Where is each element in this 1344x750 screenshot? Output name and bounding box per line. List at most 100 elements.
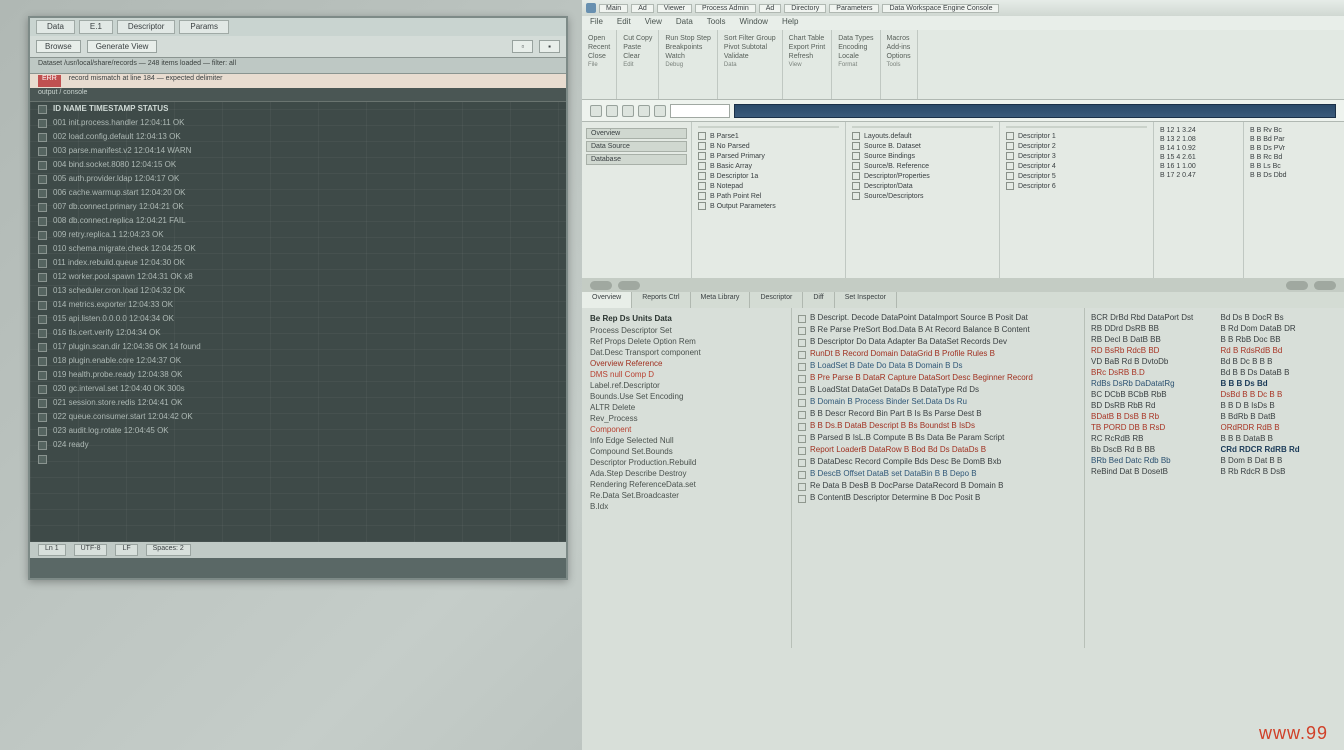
checkbox-icon[interactable] <box>38 441 47 450</box>
checkbox-icon[interactable] <box>1006 162 1014 170</box>
console-row[interactable]: 012 worker.pool.spawn 12:04:31 OK x8 <box>30 270 566 284</box>
tree-item[interactable]: Compound Set.Bounds <box>590 446 783 457</box>
console-row[interactable]: 020 gc.interval.set 12:04:40 OK 300s <box>30 382 566 396</box>
console-row[interactable]: 011 index.rebuild.queue 12:04:30 OK <box>30 256 566 270</box>
ribbon-item[interactable]: Encoding <box>838 44 873 51</box>
list-item[interactable]: Source Bindings <box>852 151 993 161</box>
ribbon-item[interactable]: Pivot Subtotal <box>724 44 776 51</box>
checkbox-icon[interactable] <box>698 142 706 150</box>
ribbon-item[interactable]: Data Types <box>838 35 873 42</box>
tree-item[interactable]: Rev_Process <box>590 413 783 424</box>
grid-row[interactable]: B DataDesc Record Compile Bds Desc Be Do… <box>798 456 1078 468</box>
tree-item[interactable]: Descriptor Production.Rebuild <box>590 457 783 468</box>
ribbon-item[interactable]: Clear <box>623 53 652 60</box>
window-min-icon[interactable]: ▫ <box>512 40 533 53</box>
console-row[interactable]: 015 api.listen.0.0.0.0 12:04:34 OK <box>30 312 566 326</box>
console-row[interactable]: 022 queue.consumer.start 12:04:42 OK <box>30 410 566 424</box>
console-row[interactable]: 003 parse.manifest.v2 12:04:14 WARN <box>30 144 566 158</box>
list-item[interactable]: B Descriptor 1a <box>698 171 839 181</box>
list-item[interactable]: Descriptor 2 <box>1006 141 1147 151</box>
list-item[interactable]: Descriptor/Properties <box>852 171 993 181</box>
grid-row[interactable]: B ContentB Descriptor Determine B Doc Po… <box>798 492 1078 504</box>
tree-item[interactable]: Rendering ReferenceData.set <box>590 479 783 490</box>
checkbox-icon[interactable] <box>38 273 47 282</box>
checkbox-icon[interactable] <box>38 399 47 408</box>
list-item[interactable]: Descriptor 4 <box>1006 161 1147 171</box>
checkbox-icon[interactable] <box>38 427 47 436</box>
forward-icon[interactable] <box>606 105 618 117</box>
console-row[interactable]: 006 cache.warmup.start 12:04:20 OK <box>30 186 566 200</box>
menu-view[interactable]: View <box>645 17 662 29</box>
title-tab[interactable]: Viewer <box>657 4 692 13</box>
checkbox-icon[interactable] <box>38 413 47 422</box>
checkbox-icon[interactable] <box>38 357 47 366</box>
list-item[interactable]: Source/B. Reference <box>852 161 993 171</box>
list-item[interactable]: Descriptor 1 <box>1006 131 1147 141</box>
tab-diff[interactable]: Diff <box>803 292 834 308</box>
checkbox-icon[interactable] <box>698 192 706 200</box>
list-item[interactable]: B Path Point Rel <box>698 191 839 201</box>
grid-row[interactable]: B B Ds.B DataB Descript B Bs Boundst B I… <box>798 420 1078 432</box>
grid-row[interactable]: RunDt B Record Domain DataGrid B Profile… <box>798 348 1078 360</box>
tree-item[interactable]: Info Edge Selected Null <box>590 435 783 446</box>
checkbox-icon[interactable] <box>852 182 860 190</box>
ribbon-item[interactable]: Open <box>588 35 610 42</box>
tab-e1[interactable]: E.1 <box>79 20 113 34</box>
list-item[interactable]: B No Parsed <box>698 141 839 151</box>
tree-item[interactable]: Ada.Step Describe Destroy <box>590 468 783 479</box>
checkbox-icon[interactable] <box>698 182 706 190</box>
menu-edit[interactable]: Edit <box>617 17 631 29</box>
checkbox-icon[interactable] <box>38 245 47 254</box>
ribbon-item[interactable]: Cut Copy <box>623 35 652 42</box>
title-tab[interactable]: Parameters <box>829 4 879 13</box>
menu-help[interactable]: Help <box>782 17 798 29</box>
tree-item[interactable]: Dat.Desc Transport component <box>590 347 783 358</box>
list-item[interactable]: B Basic Array <box>698 161 839 171</box>
address-field[interactable] <box>670 104 730 118</box>
checkbox-icon[interactable] <box>38 301 47 310</box>
overview-button[interactable]: Overview <box>586 128 687 139</box>
datasource-button[interactable]: Data Source <box>586 141 687 152</box>
checkbox-icon[interactable] <box>38 343 47 352</box>
checkbox-icon[interactable] <box>38 203 47 212</box>
list-item[interactable]: Source/Descriptors <box>852 191 993 201</box>
ribbon-item[interactable]: Add-ins <box>887 44 911 51</box>
stop-icon[interactable] <box>638 105 650 117</box>
grid-row[interactable]: B DescB Offset DataB set DataBin B B Dep… <box>798 468 1078 480</box>
tree-item[interactable]: Component <box>590 424 783 435</box>
checkbox-icon[interactable] <box>38 329 47 338</box>
console-row[interactable]: 001 init.process.handler 12:04:11 OK <box>30 116 566 130</box>
console-row[interactable]: 010 schema.migrate.check 12:04:25 OK <box>30 242 566 256</box>
checkbox-icon[interactable] <box>38 231 47 240</box>
checkbox-icon[interactable] <box>38 147 47 156</box>
tree-item[interactable]: Ref Props Delete Option Rem <box>590 336 783 347</box>
ribbon-item[interactable]: Locale <box>838 53 873 60</box>
grid-row[interactable]: B Descript. Decode DataPoint DataImport … <box>798 312 1078 324</box>
list-item[interactable]: Descriptor 5 <box>1006 171 1147 181</box>
checkbox-icon[interactable] <box>38 133 47 142</box>
grid-row[interactable]: B LoadSet B Date Do Data B Domain B Ds <box>798 360 1078 372</box>
back-icon[interactable] <box>590 105 602 117</box>
menu-data[interactable]: Data <box>676 17 693 29</box>
window-close-icon[interactable]: ▪ <box>539 40 560 53</box>
checkbox-icon[interactable] <box>852 162 860 170</box>
checkbox-icon[interactable] <box>38 315 47 324</box>
checkbox-icon[interactable] <box>1006 152 1014 160</box>
console-row[interactable]: 008 db.connect.replica 12:04:21 FAIL <box>30 214 566 228</box>
checkbox-icon[interactable] <box>38 371 47 380</box>
list-item[interactable]: B Parsed Primary <box>698 151 839 161</box>
console-row[interactable]: 018 plugin.enable.core 12:04:37 OK <box>30 354 566 368</box>
checkbox-icon[interactable] <box>852 152 860 160</box>
refresh-icon[interactable] <box>622 105 634 117</box>
grid-row[interactable]: B Domain B Process Binder Set.Data Ds Ru <box>798 396 1078 408</box>
console-row[interactable]: 013 scheduler.cron.load 12:04:32 OK <box>30 284 566 298</box>
grid-row[interactable]: B Pre Parse B DataR Capture DataSort Des… <box>798 372 1078 384</box>
grid-row[interactable]: Report LoaderB DataRow B Bod Bd Ds DataD… <box>798 444 1078 456</box>
toggle-icon[interactable] <box>590 281 612 290</box>
checkbox-icon[interactable] <box>852 132 860 140</box>
checkbox-icon[interactable] <box>1006 132 1014 140</box>
ribbon-item[interactable]: Recent <box>588 44 610 51</box>
checkbox-icon[interactable] <box>38 217 47 226</box>
checkbox-icon[interactable] <box>38 287 47 296</box>
checkbox-icon[interactable] <box>38 119 47 128</box>
